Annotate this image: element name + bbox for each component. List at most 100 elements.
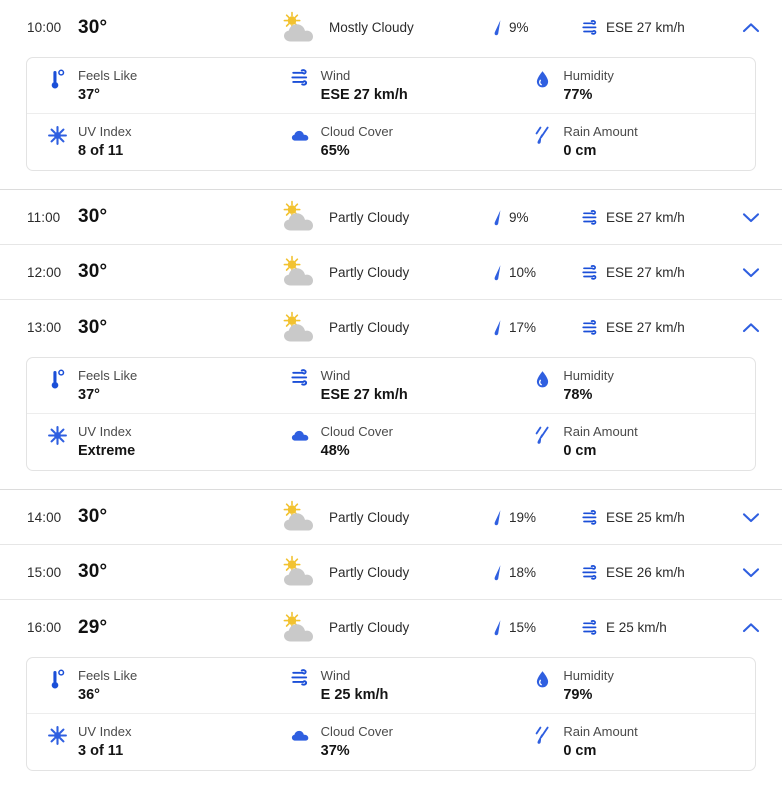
- row-precipitation: 15%: [492, 619, 582, 636]
- row-condition: Partly Cloudy: [278, 555, 492, 589]
- row-time: 14:00: [27, 509, 62, 525]
- row-precipitation-value: 18%: [509, 564, 537, 580]
- detail-feels-like: Feels Like 37°: [27, 360, 270, 412]
- chevron-up-icon[interactable]: [742, 22, 760, 33]
- detail-cloud-cover-text: Cloud Cover 65%: [321, 124, 393, 160]
- wind-lines-icon: [582, 509, 599, 525]
- hourly-forecast-list: 10:00 30° Mostly Cloudy 9% ESE 27 km/h F…: [0, 0, 782, 802]
- detail-cloud-cover: Cloud Cover 48%: [270, 416, 513, 468]
- hourly-row[interactable]: 12:00 30° Partly Cloudy 10% ESE 27 km/h: [0, 245, 782, 300]
- row-expand-toggle[interactable]: [720, 322, 782, 333]
- detail-humidity-text: Humidity 79%: [563, 668, 614, 704]
- chevron-down-icon[interactable]: [742, 512, 760, 523]
- detail-rain-amount: Rain Amount 0 cm: [512, 416, 755, 468]
- row-condition: Mostly Cloudy: [278, 11, 492, 45]
- row-temperature: 30°: [78, 506, 108, 527]
- detail-humidity: Humidity 77%: [512, 60, 755, 112]
- detail-rain-amount-value: 0 cm: [563, 143, 597, 159]
- detail-uv-index-text: UV Index 8 of 11: [78, 124, 131, 160]
- thermometer-degree-icon: [48, 69, 67, 90]
- hour-group: 13:00 30° Partly Cloudy 17% ESE 27 km/h …: [0, 300, 782, 489]
- wind-lines-icon: [582, 209, 599, 225]
- detail-feels-like: Feels Like 37°: [27, 60, 270, 112]
- row-wind: ESE 27 km/h: [582, 265, 720, 280]
- detail-feels-like-label: Feels Like: [78, 67, 138, 83]
- row-expand-toggle[interactable]: [720, 212, 782, 223]
- hour-group: 11:00 30° Partly Cloudy 9% ESE 27 km/h: [0, 190, 782, 245]
- row-expand-toggle[interactable]: [720, 567, 782, 578]
- sun-behind-cloud-icon: [278, 11, 320, 45]
- hourly-row[interactable]: 11:00 30° Partly Cloudy 9% ESE 27 km/h: [0, 190, 782, 245]
- row-condition-label: Partly Cloudy: [329, 564, 410, 580]
- detail-wind-text: Wind ESE 27 km/h: [321, 368, 408, 404]
- hour-group: 16:00 29° Partly Cloudy 15% E 25 km/h Fe…: [0, 600, 782, 789]
- chevron-down-icon[interactable]: [742, 212, 760, 223]
- sun-behind-cloud-icon: [278, 311, 320, 345]
- detail-uv-index-text: UV Index 3 of 11: [78, 724, 131, 760]
- hourly-row[interactable]: 13:00 30° Partly Cloudy 17% ESE 27 km/h: [0, 300, 782, 355]
- row-precipitation: 18%: [492, 564, 582, 581]
- row-time: 10:00: [27, 20, 62, 35]
- row-condition-label: Partly Cloudy: [329, 209, 410, 225]
- row-condition-label: Mostly Cloudy: [329, 20, 414, 35]
- detail-feels-like-value: 37°: [78, 386, 100, 403]
- detail-card: Feels Like 37° Wind ESE 27 km/h Humidity…: [26, 57, 756, 171]
- detail-cloud-cover-label: Cloud Cover: [320, 724, 393, 739]
- row-condition: Partly Cloudy: [278, 200, 492, 234]
- chevron-up-icon[interactable]: [742, 322, 760, 333]
- detail-uv-index-value: 8 of 11: [78, 143, 124, 159]
- detail-uv-index-label: UV Index: [78, 124, 132, 139]
- row-wind: ESE 27 km/h: [582, 210, 720, 225]
- row-time: 15:00: [27, 564, 62, 580]
- hourly-row[interactable]: 15:00 30° Partly Cloudy 18% ESE 26 km/h: [0, 545, 782, 600]
- chevron-up-icon[interactable]: [742, 622, 760, 633]
- detail-uv-index-value: 3 of 11: [78, 743, 124, 759]
- row-condition-label: Partly Cloudy: [329, 264, 410, 280]
- row-wind: ESE 25 km/h: [582, 510, 720, 525]
- hourly-row[interactable]: 16:00 29° Partly Cloudy 15% E 25 km/h: [0, 600, 782, 655]
- wind-lines-icon: [582, 264, 599, 280]
- row-precipitation-value: 19%: [509, 509, 537, 525]
- rain-streaks-icon: [533, 125, 552, 146]
- row-temperature: 30°: [78, 16, 108, 38]
- row-expand-toggle[interactable]: [720, 512, 782, 523]
- detail-wind-value: ESE 27 km/h: [320, 86, 408, 103]
- detail-feels-like-value: 37°: [78, 86, 100, 103]
- row-condition: Partly Cloudy: [278, 611, 492, 645]
- detail-cloud-cover-label: Cloud Cover: [320, 124, 393, 139]
- detail-uv-index-label: UV Index: [78, 424, 132, 439]
- row-precipitation-value: 17%: [509, 320, 537, 335]
- detail-rain-amount-text: Rain Amount 0 cm: [563, 424, 637, 460]
- detail-cloud-cover-value: 65%: [320, 143, 350, 159]
- hourly-row[interactable]: 10:00 30° Mostly Cloudy 9% ESE 27 km/h: [0, 0, 782, 55]
- row-temperature: 30°: [78, 261, 108, 282]
- detail-cloud-cover: Cloud Cover 65%: [270, 116, 513, 168]
- hour-group: 14:00 30° Partly Cloudy 19% ESE 25 km/h: [0, 490, 782, 545]
- chevron-down-icon[interactable]: [742, 267, 760, 278]
- detail-feels-like-text: Feels Like 37°: [78, 368, 137, 404]
- water-droplet-icon: [533, 69, 552, 90]
- detail-uv-index-text: UV Index Extreme: [78, 424, 135, 460]
- detail-uv-index: UV Index 3 of 11: [27, 716, 270, 768]
- hour-detail-panel: Feels Like 36° Wind E 25 km/h Humidity 7…: [0, 655, 782, 789]
- row-condition-label: Partly Cloudy: [329, 620, 410, 635]
- detail-row-top: Feels Like 37° Wind ESE 27 km/h Humidity…: [27, 58, 755, 114]
- wind-lines-icon: [291, 68, 310, 86]
- hourly-row[interactable]: 14:00 30° Partly Cloudy 19% ESE 25 km/h: [0, 490, 782, 545]
- chevron-down-icon[interactable]: [742, 567, 760, 578]
- row-expand-toggle[interactable]: [720, 622, 782, 633]
- detail-feels-like-text: Feels Like 36°: [78, 668, 137, 704]
- detail-cloud-cover-value: 48%: [320, 443, 350, 459]
- detail-card: Feels Like 37° Wind ESE 27 km/h Humidity…: [26, 357, 756, 471]
- row-wind: E 25 km/h: [582, 620, 720, 635]
- row-precipitation: 19%: [492, 509, 582, 526]
- sun-burst-icon: [48, 725, 67, 746]
- detail-rain-amount-label: Rain Amount: [563, 424, 638, 439]
- detail-wind-text: Wind ESE 27 km/h: [321, 68, 408, 104]
- row-expand-toggle[interactable]: [720, 22, 782, 33]
- detail-wind: Wind ESE 27 km/h: [270, 360, 513, 412]
- detail-feels-like: Feels Like 36°: [27, 660, 270, 712]
- row-temperature: 30°: [78, 206, 108, 227]
- row-expand-toggle[interactable]: [720, 267, 782, 278]
- row-condition: Partly Cloudy: [278, 255, 492, 289]
